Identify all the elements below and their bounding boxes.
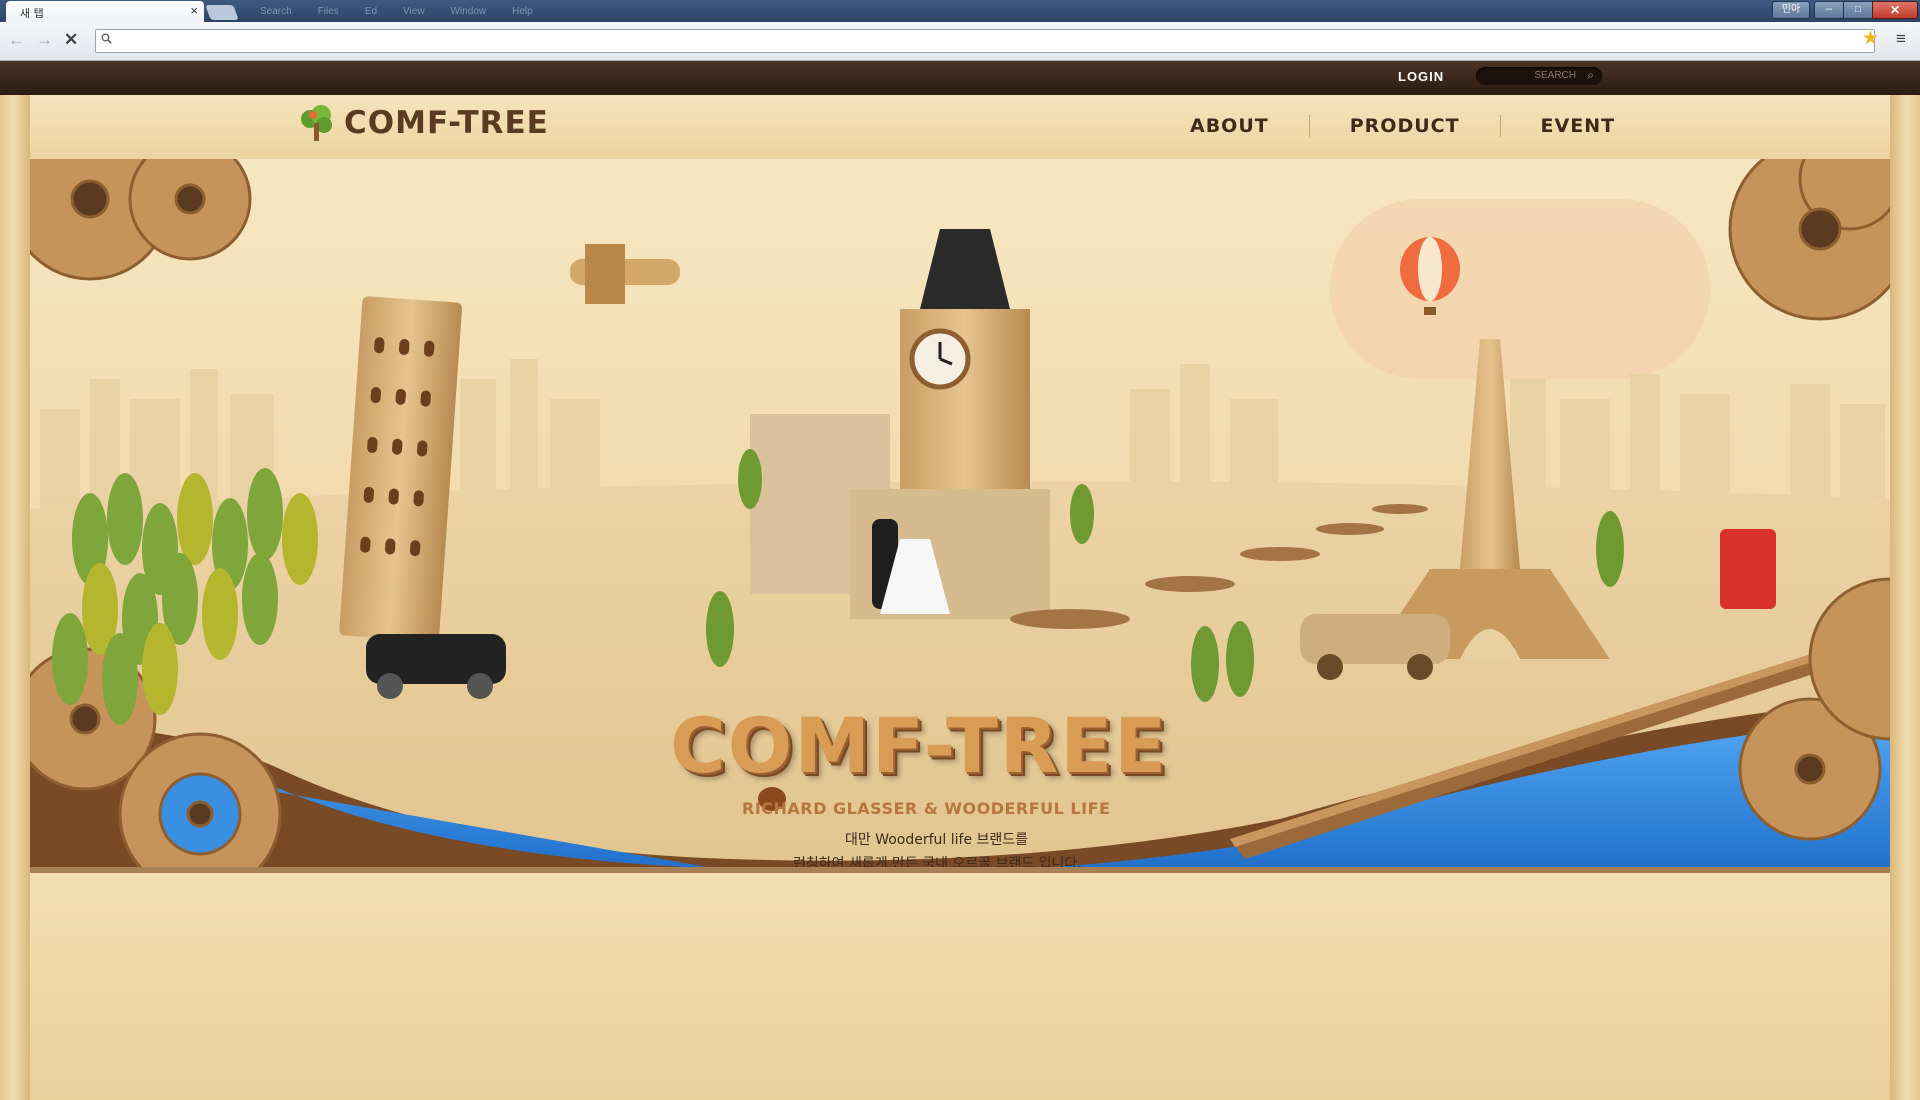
new-tab-button[interactable] xyxy=(205,5,239,20)
hero-title: COMF-TREE xyxy=(670,701,1169,790)
address-bar[interactable] xyxy=(95,29,1875,53)
magnifier-icon[interactable]: ⌕ xyxy=(1587,68,1594,83)
menu-item-event[interactable]: EVENT xyxy=(1499,115,1656,137)
hero-banner: COMF-TREE RICHARD GLASSER & WOODERFUL LI… xyxy=(30,159,1890,873)
menu-hint-item: Files xyxy=(317,6,339,17)
wood-frame-left xyxy=(0,95,30,1100)
phone-booth xyxy=(1720,529,1776,609)
window-minimize-button[interactable]: ‒ xyxy=(1814,1,1844,19)
forward-arrow-icon[interactable]: → xyxy=(36,31,53,49)
hero-description-line1: 대만 Wooderful life 브랜드를 xyxy=(845,832,1029,848)
menu-hint-item: Help xyxy=(512,6,533,17)
menu-hint-item: Ed xyxy=(364,6,378,17)
menu-item-about[interactable]: ABOUT xyxy=(1150,115,1309,137)
menu-hint-item: Search xyxy=(260,6,292,17)
site-search-input[interactable]: SEARCH ⌕ xyxy=(1476,67,1602,85)
main-menu: ABOUT PRODUCT EVENT xyxy=(1150,115,1655,137)
browser-toolbar: ← → ✕ xyxy=(0,22,1920,61)
stop-loading-icon[interactable]: ✕ xyxy=(64,31,78,49)
menu-hint-item: View xyxy=(403,6,425,17)
menu-hints: Search Files Ed View Window Help xyxy=(260,6,533,17)
login-link[interactable]: LOGIN xyxy=(1398,69,1444,84)
site-topbar: LOGIN SEARCH ⌕ xyxy=(0,61,1920,97)
search-placeholder: SEARCH xyxy=(1534,70,1576,81)
browser-titlebar: 새 탭 × Search Files Ed View Window Help 민… xyxy=(0,0,1920,22)
site-logo[interactable]: COMF-TREE xyxy=(296,103,549,143)
back-arrow-icon[interactable]: ← xyxy=(8,31,25,49)
hero-subtitle: RICHARD GLASSER & WOODERFUL LIFE xyxy=(742,799,1111,818)
wood-frame-right xyxy=(1890,95,1920,1100)
pink-cloud xyxy=(1330,199,1710,379)
website: LOGIN SEARCH ⌕ COMF-TREE ABOUT PRODUCT E… xyxy=(0,61,1920,1100)
search-icon xyxy=(101,33,112,47)
window-close-button[interactable]: ✕ xyxy=(1872,1,1918,19)
logo-text: COMF-TREE xyxy=(344,105,549,141)
address-input[interactable] xyxy=(120,32,1820,49)
menu-item-product[interactable]: PRODUCT xyxy=(1308,115,1500,137)
tree-logo-icon xyxy=(301,105,332,141)
tab-title: 새 탭 xyxy=(20,7,44,20)
menu-hint-item: Window xyxy=(450,6,487,17)
hero-description-line2: 런칭하여 새롭게 만든 국내 오르골 브랜드 입니다. xyxy=(793,856,1082,872)
window-user-button[interactable]: 민아 xyxy=(1772,1,1810,19)
site-footer xyxy=(30,873,1890,1100)
tab-close-icon[interactable]: × xyxy=(190,3,198,18)
browser-tab[interactable]: 새 탭 × xyxy=(6,1,204,22)
site-header: COMF-TREE ABOUT PRODUCT EVENT xyxy=(30,95,1890,162)
bookmark-star-icon[interactable]: ★ xyxy=(1862,27,1879,50)
browser-menu-icon[interactable]: ≡ xyxy=(1896,29,1906,49)
window-maximize-button[interactable]: □ xyxy=(1843,1,1873,19)
